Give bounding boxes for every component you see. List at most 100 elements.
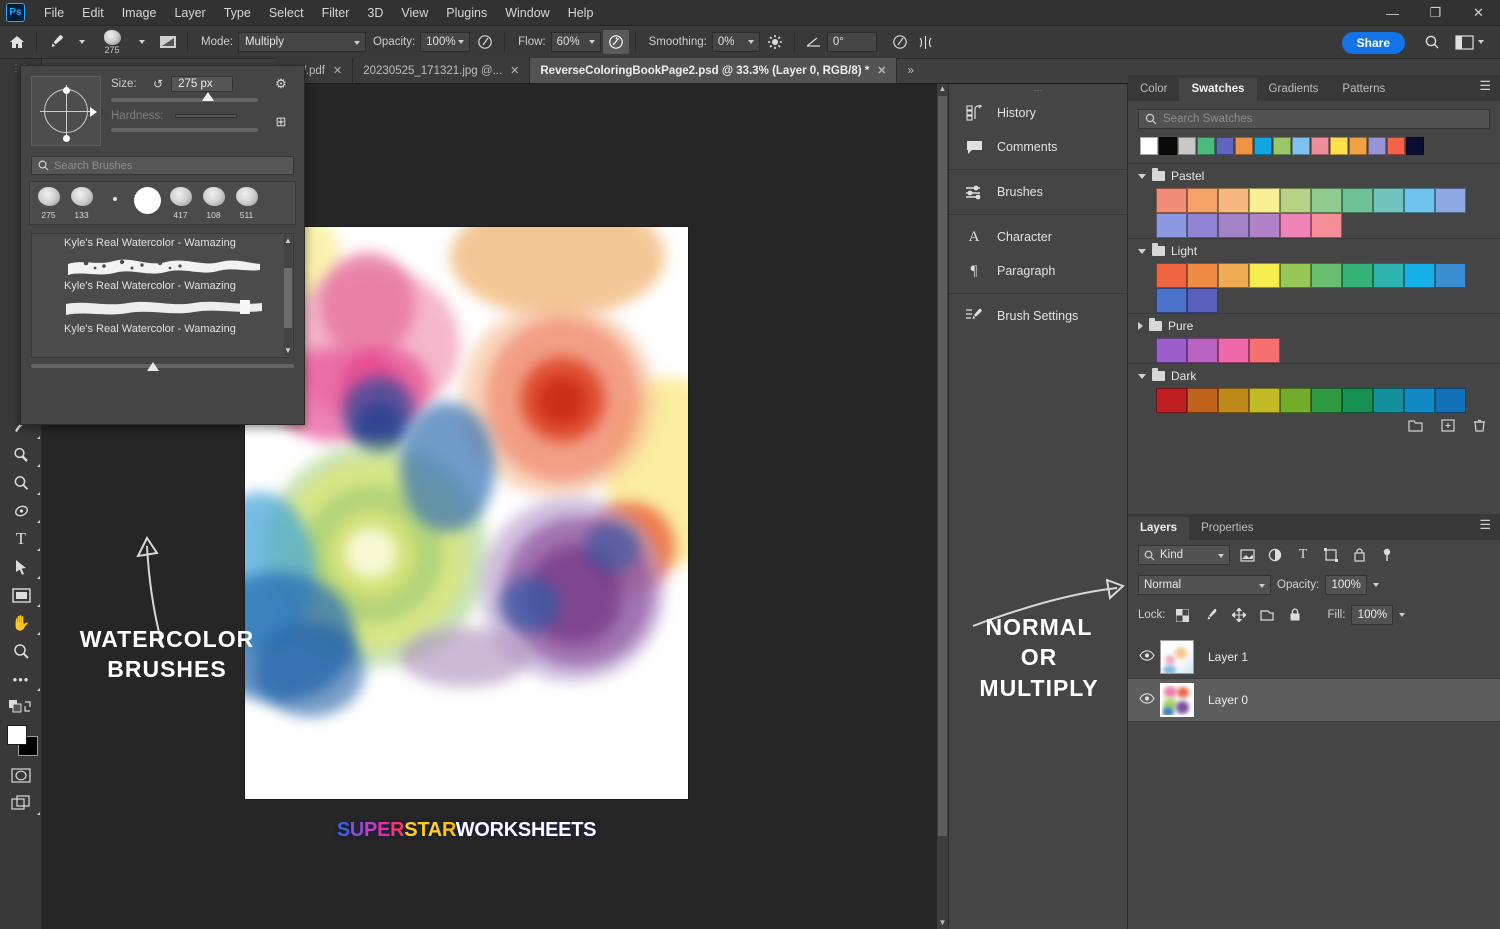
blend-mode-select[interactable]: Multiply [237, 32, 366, 52]
recent-swatch-11[interactable] [1349, 137, 1367, 155]
swatch-pastel-14[interactable] [1280, 213, 1311, 238]
close-icon[interactable]: ✕ [877, 64, 886, 77]
chevron-down-icon[interactable] [1138, 173, 1146, 179]
recent-swatch-1[interactable] [1159, 137, 1177, 155]
swatch-pastel-1[interactable] [1187, 188, 1218, 213]
layer-thumbnail[interactable] [1160, 640, 1194, 674]
screen-mode-icon[interactable] [0, 789, 42, 817]
brush-list-item-1[interactable]: Kyle's Real Watercolor - Wamazing [32, 277, 293, 294]
swatch-light-6[interactable] [1342, 263, 1373, 288]
chevron-down-icon[interactable] [1138, 373, 1146, 379]
swatch-dark-4[interactable] [1280, 388, 1311, 413]
layer-fill-stepper[interactable] [1399, 613, 1406, 617]
recent-swatch-0[interactable] [1140, 137, 1158, 155]
swatch-light-9[interactable] [1435, 263, 1466, 288]
flow-stepper[interactable]: 60% [550, 32, 601, 52]
recent-swatch-8[interactable] [1292, 137, 1310, 155]
tabs-overflow-right-icon[interactable]: » [897, 58, 923, 83]
dock-item-brushes[interactable]: Brushes [949, 175, 1127, 209]
scrollbar-thumb[interactable] [284, 268, 292, 328]
eye-icon[interactable] [1134, 650, 1160, 664]
reset-brush-icon[interactable]: ↺ [153, 77, 163, 91]
dock-item-paragraph[interactable]: ¶ Paragraph [949, 254, 1127, 288]
airbrush-icon[interactable] [602, 30, 629, 54]
swatch-pure-0[interactable] [1156, 338, 1187, 363]
default-colors-icon[interactable] [0, 693, 42, 721]
swatch-pastel-6[interactable] [1342, 188, 1373, 213]
filter-smart-icon[interactable] [1348, 545, 1370, 565]
swatch-light-2[interactable] [1218, 263, 1249, 288]
close-button[interactable]: ✕ [1457, 0, 1500, 26]
swatch-pastel-0[interactable] [1156, 188, 1187, 213]
close-icon[interactable]: ✕ [333, 64, 342, 77]
menu-filter[interactable]: Filter [313, 2, 359, 24]
swatch-dark-7[interactable] [1373, 388, 1404, 413]
recent-swatch-4[interactable] [1216, 137, 1234, 155]
menu-image[interactable]: Image [113, 2, 166, 24]
menu-edit[interactable]: Edit [73, 2, 113, 24]
recent-swatch-14[interactable] [1406, 137, 1424, 155]
layer-opacity-value[interactable]: 100% [1325, 575, 1368, 595]
artboard-canvas[interactable] [245, 227, 688, 799]
tab-gradients[interactable]: Gradients [1257, 78, 1331, 101]
dock-item-comments[interactable]: Comments [949, 130, 1127, 164]
swatch-pastel-11[interactable] [1187, 213, 1218, 238]
layer-fill-value[interactable]: 100% [1351, 605, 1394, 625]
swatch-dark-8[interactable] [1404, 388, 1435, 413]
swatch-pastel-9[interactable] [1435, 188, 1466, 213]
swatch-pastel-2[interactable] [1218, 188, 1249, 213]
brush-preset-5[interactable]: 108 [197, 185, 230, 221]
menu-file[interactable]: File [35, 2, 73, 24]
swatch-dark-5[interactable] [1311, 388, 1342, 413]
swatch-dark-2[interactable] [1218, 388, 1249, 413]
smoothing-stepper[interactable]: 0% [711, 32, 760, 52]
blur-tool[interactable] [0, 469, 42, 497]
menu-type[interactable]: Type [215, 2, 260, 24]
scrollbar-thumb[interactable] [938, 96, 947, 836]
tab-swatches[interactable]: Swatches [1179, 78, 1257, 101]
brush-settings-panel-icon[interactable] [155, 30, 181, 54]
swatch-light-8[interactable] [1404, 263, 1435, 288]
brush-preset-3[interactable] [131, 185, 164, 221]
foreground-color-swatch[interactable] [7, 725, 27, 745]
swatch-pure-2[interactable] [1218, 338, 1249, 363]
recent-swatch-5[interactable] [1235, 137, 1253, 155]
recent-swatch-7[interactable] [1273, 137, 1291, 155]
brush-preset-6[interactable]: 511 [230, 185, 263, 221]
brush-preset-picker-panel[interactable]: Size: ↺ 275 px Hardness: ⚙ ⊞ Search Brus… [20, 65, 305, 425]
swatch-pastel-10[interactable] [1156, 213, 1187, 238]
layer-row-0[interactable]: Layer 1 [1128, 636, 1500, 679]
swatch-pastel-8[interactable] [1404, 188, 1435, 213]
swatch-pure-3[interactable] [1249, 338, 1280, 363]
filter-adjustment-icon[interactable] [1264, 545, 1286, 565]
layer-kind-filter[interactable]: Kind [1138, 545, 1230, 565]
rectangle-tool[interactable] [0, 581, 42, 609]
scroll-down-icon[interactable]: ▼ [284, 346, 292, 355]
layer-name[interactable]: Layer 0 [1208, 693, 1248, 707]
recent-swatch-6[interactable] [1254, 137, 1272, 155]
zoom-tool[interactable] [0, 637, 42, 665]
layer-opacity-stepper[interactable] [1373, 583, 1380, 587]
swatch-dark-9[interactable] [1435, 388, 1466, 413]
brush-preset-4[interactable]: 417 [164, 185, 197, 221]
brush-tool-icon[interactable] [43, 30, 69, 54]
eye-icon[interactable] [1134, 693, 1160, 707]
swatch-light-7[interactable] [1373, 263, 1404, 288]
lock-transparency-icon[interactable] [1172, 605, 1194, 625]
workspace-dropdown[interactable] [1468, 30, 1494, 54]
menu-help[interactable]: Help [559, 2, 603, 24]
swatch-dark-0[interactable] [1156, 388, 1187, 413]
swatch-dark-3[interactable] [1249, 388, 1280, 413]
dock-grip[interactable]: ⋯ [949, 84, 1127, 96]
pressure-size-icon[interactable] [887, 30, 913, 54]
brush-list[interactable]: ▲ ▼ Kyle's Real Watercolor - Wamazing Ky… [31, 233, 294, 358]
new-group-icon[interactable] [1408, 419, 1423, 435]
swatch-light-0[interactable] [1156, 263, 1187, 288]
recent-swatch-2[interactable] [1178, 137, 1196, 155]
path-selection-tool[interactable] [0, 553, 42, 581]
swatch-dark-6[interactable] [1342, 388, 1373, 413]
swatch-pastel-3[interactable] [1249, 188, 1280, 213]
restore-button[interactable]: ❐ [1414, 0, 1457, 26]
scroll-up-icon[interactable]: ▲ [937, 84, 948, 95]
search-brushes-input[interactable]: Search Brushes [31, 156, 294, 175]
